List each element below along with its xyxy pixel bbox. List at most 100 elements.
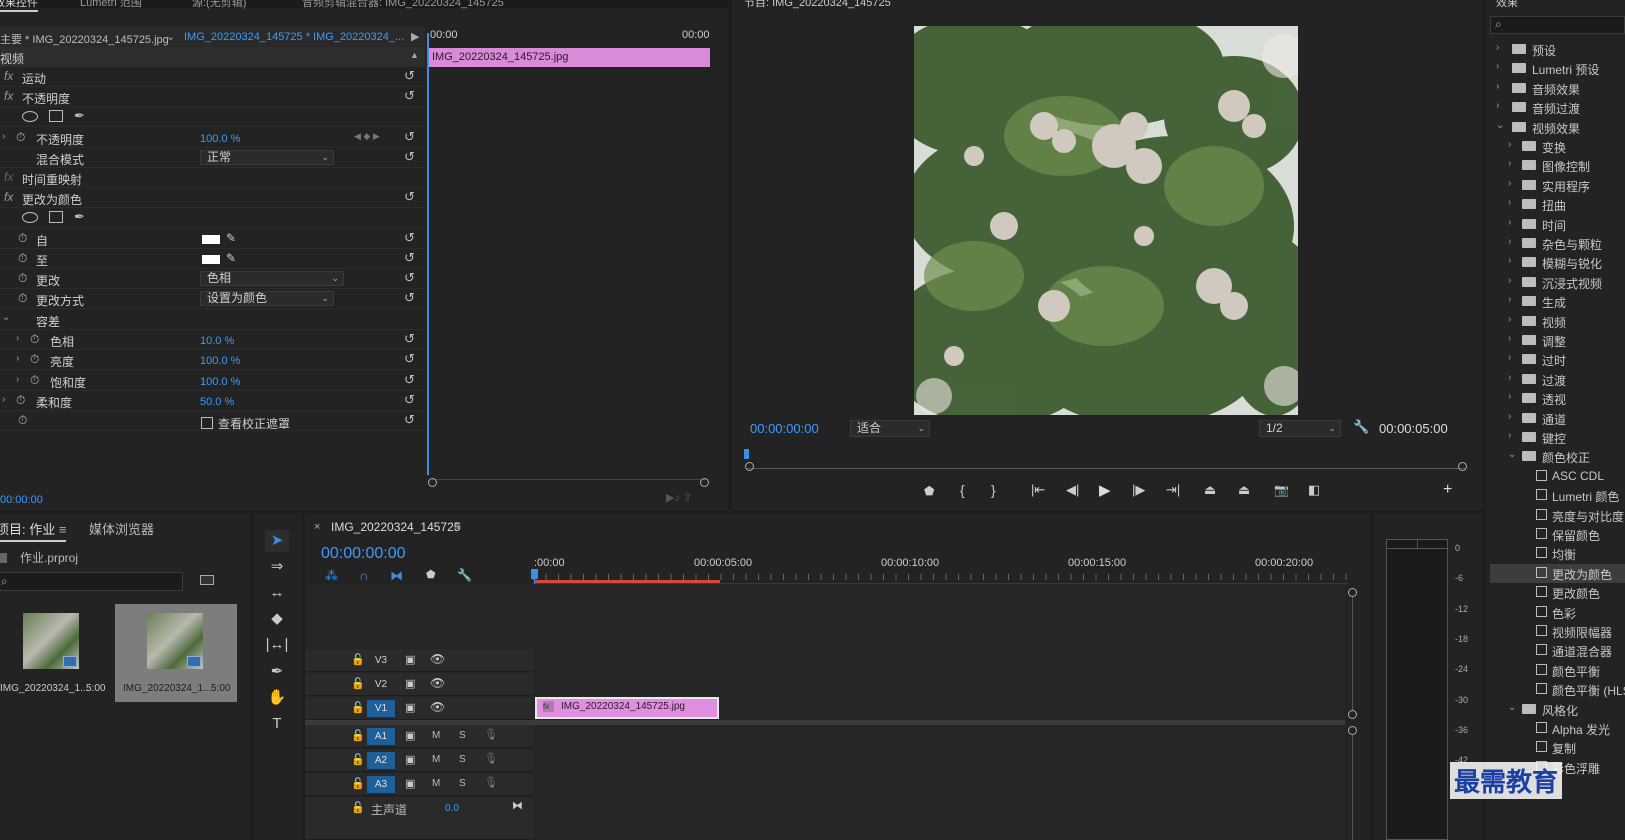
effects-folder[interactable]: › 杂色与颗粒 xyxy=(1490,234,1625,253)
ellipse-mask-icon[interactable] xyxy=(22,212,38,223)
mute-button[interactable]: M xyxy=(432,754,440,765)
nest-icon[interactable]: ⁂ xyxy=(325,568,338,584)
effects-folder[interactable]: › 生成 xyxy=(1490,292,1625,311)
stopwatch-icon[interactable]: ⏱ xyxy=(30,373,39,388)
lift-icon[interactable]: ⏏ xyxy=(1204,482,1216,498)
effects-item[interactable]: 颜色平衡 (HLS) xyxy=(1490,680,1625,699)
lightness-value[interactable]: 100.0 % xyxy=(200,355,240,367)
expand-chevron-icon[interactable]: › xyxy=(16,353,19,364)
effect-row-time-remap[interactable]: fx 时间重映射 xyxy=(0,168,425,188)
fx-icon[interactable]: fx xyxy=(4,190,13,204)
program-zoom-left[interactable] xyxy=(745,462,754,471)
stopwatch-icon[interactable]: ⏱ xyxy=(16,130,25,145)
to-color-swatch[interactable] xyxy=(202,255,220,264)
track-label[interactable]: A2 xyxy=(367,752,395,769)
ellipse-mask-icon[interactable] xyxy=(22,111,38,122)
new-bin-icon[interactable] xyxy=(200,575,214,585)
lock-icon[interactable]: 🔓 xyxy=(351,701,365,714)
effects-folder[interactable]: › 音频效果 xyxy=(1490,79,1625,98)
chevron-right-icon[interactable]: › xyxy=(1508,217,1511,228)
collapse-up-icon[interactable]: ▲ xyxy=(410,50,419,60)
camera-icon[interactable]: 📷 xyxy=(1274,483,1289,497)
lock-icon[interactable]: 🔓 xyxy=(351,777,365,790)
reset-icon[interactable]: ↺ xyxy=(404,412,415,428)
tab-project[interactable]: 项目: 作业 ≡ xyxy=(0,519,67,542)
stopwatch-icon[interactable]: ⏱ xyxy=(18,231,27,246)
effects-folder[interactable]: › 过渡 xyxy=(1490,370,1625,389)
program-playhead[interactable] xyxy=(744,449,749,459)
chevron-right-icon[interactable]: › xyxy=(1508,430,1511,441)
mute-button[interactable]: M xyxy=(432,730,440,741)
reset-icon[interactable]: ↺ xyxy=(404,129,415,145)
stopwatch-icon[interactable]: ⏱ xyxy=(30,352,39,367)
eye-icon[interactable]: 👁 xyxy=(430,676,445,690)
timeline-clip[interactable]: fx IMG_20220324_145725.jpg xyxy=(535,697,719,719)
change-by-dropdown[interactable]: 设置为颜色 ⌄ xyxy=(200,291,334,306)
effects-folder[interactable]: › 键控 xyxy=(1490,428,1625,447)
chevron-right-icon[interactable]: › xyxy=(1508,197,1511,208)
effects-folder[interactable]: › 图像控制 xyxy=(1490,156,1625,175)
menu-icon[interactable]: ≡ xyxy=(59,522,67,537)
effects-folder[interactable]: › 预设 xyxy=(1490,40,1625,59)
program-title[interactable]: 节目: IMG_20220324_145725 xyxy=(744,0,891,10)
track-label[interactable]: V1 xyxy=(367,700,395,717)
chevron-right-icon[interactable]: › xyxy=(1508,275,1511,286)
chevron-down-icon[interactable]: ⌄ xyxy=(1508,449,1516,460)
v-scrollbar-audio[interactable] xyxy=(1352,730,1353,840)
eye-icon[interactable]: 👁 xyxy=(430,652,445,666)
add-button-icon[interactable]: + xyxy=(1443,481,1452,499)
lock-icon[interactable]: 🔓 xyxy=(351,677,365,690)
effects-folder[interactable]: › Lumetri 预设 xyxy=(1490,59,1625,78)
mic-icon[interactable]: 🎙 xyxy=(484,728,498,741)
project-item[interactable]: IMG_20220324_1... 5:00 xyxy=(0,604,114,700)
add-marker-icon[interactable]: ⬟ xyxy=(426,568,436,581)
reset-icon[interactable]: ↺ xyxy=(404,88,415,104)
chevron-right-icon[interactable]: › xyxy=(1496,81,1499,92)
stopwatch-icon[interactable]: ⏱ xyxy=(18,413,27,428)
opacity-value[interactable]: 100.0 % xyxy=(200,133,240,145)
effects-item[interactable]: 色彩 xyxy=(1490,603,1625,622)
ec-zoom-scrollbar[interactable] xyxy=(428,478,709,489)
reset-icon[interactable]: ↺ xyxy=(404,68,415,84)
ec-timecode[interactable]: 00:00:00 xyxy=(0,494,43,506)
track-select-tool-icon[interactable]: ⇒ xyxy=(265,556,289,578)
effects-item[interactable]: Lumetri 颜色 xyxy=(1490,486,1625,505)
effects-folder[interactable]: › 调整 xyxy=(1490,331,1625,350)
mic-icon[interactable]: 🎙 xyxy=(484,776,498,789)
menu-icon[interactable]: ≡ xyxy=(454,519,461,533)
ec-playhead[interactable] xyxy=(427,33,429,475)
chevron-right-icon[interactable]: › xyxy=(1508,411,1511,422)
effects-folder[interactable]: › 模糊与锐化 xyxy=(1490,253,1625,272)
effects-item[interactable]: 保留颜色 xyxy=(1490,525,1625,544)
reset-icon[interactable]: ↺ xyxy=(404,189,415,205)
sequence-tab[interactable]: IMG_20220324_145725 xyxy=(331,520,460,534)
scroll-handle[interactable] xyxy=(1348,588,1357,597)
hue-value[interactable]: 10.0 % xyxy=(200,335,234,347)
effects-item[interactable]: 复制 xyxy=(1490,738,1625,757)
reset-icon[interactable]: ↺ xyxy=(404,372,415,388)
marker-icon[interactable]: ⬟ xyxy=(924,484,934,498)
track-label[interactable]: V3 xyxy=(367,652,395,669)
lock-icon[interactable]: 🔓 xyxy=(351,753,365,766)
pen-mask-icon[interactable]: ✒ xyxy=(74,209,85,225)
track-label[interactable]: A3 xyxy=(367,776,395,793)
project-search-input[interactable]: ⌕ xyxy=(0,572,183,591)
chevron-right-icon[interactable]: › xyxy=(1508,333,1511,344)
scroll-handle[interactable] xyxy=(1348,726,1357,735)
chevron-right-icon[interactable]: › xyxy=(1508,372,1511,383)
mic-icon[interactable]: 🎙 xyxy=(484,752,498,765)
sequence-clip-label[interactable]: IMG_20220324_145725 * IMG_20220324_... xyxy=(184,31,404,43)
tab-media-browser[interactable]: 媒体浏览器 xyxy=(89,519,154,538)
effects-folder[interactable]: › 视频 xyxy=(1490,312,1625,331)
effects-folder[interactable]: › 沉浸式视频 xyxy=(1490,273,1625,292)
effects-folder[interactable]: › 时间 xyxy=(1490,215,1625,234)
stopwatch-icon[interactable]: ⏱ xyxy=(18,271,27,286)
mute-button[interactable]: M xyxy=(432,778,440,789)
effects-item[interactable]: 视频限幅器 xyxy=(1490,622,1625,641)
reset-icon[interactable]: ↺ xyxy=(404,149,415,165)
solo-button[interactable]: S xyxy=(459,754,466,765)
fx-icon[interactable]: fx xyxy=(4,89,13,103)
tab-source[interactable]: 源:(无剪辑) xyxy=(192,0,246,10)
chevron-right-icon[interactable]: › xyxy=(1508,294,1511,305)
scroll-handle-right[interactable] xyxy=(700,478,709,487)
